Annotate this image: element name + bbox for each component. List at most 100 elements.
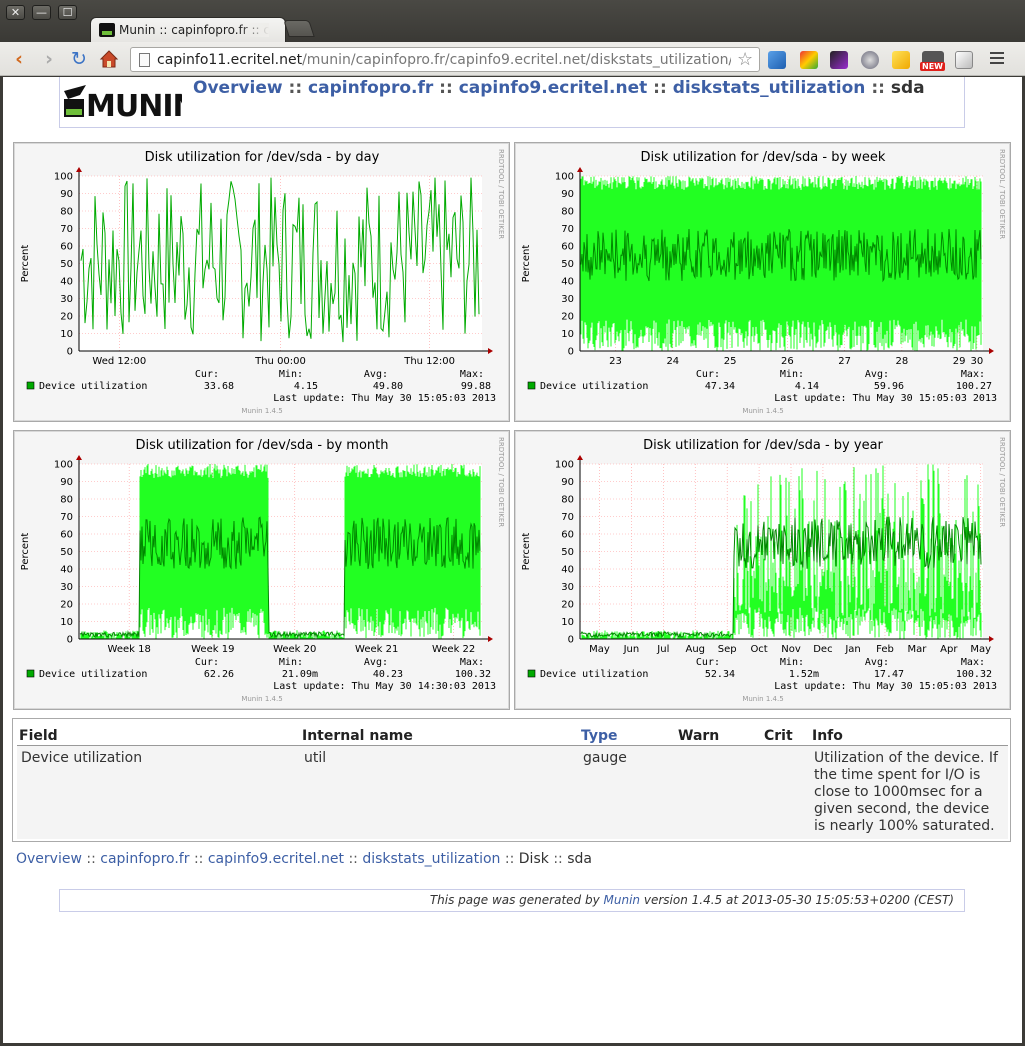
close-window-button[interactable]: ✕ [6, 5, 25, 20]
graph-year-chart: Disk utilization for /dev/sda - by year R… [521, 437, 1006, 703]
footer-munin-link[interactable]: Munin [604, 893, 641, 907]
stat-value: 1.52m [789, 669, 819, 680]
x-tick-label: Thu 12:00 [403, 356, 455, 367]
y-tick-label: 40 [60, 565, 73, 576]
graph-title: Disk utilization for /dev/sda - by year [643, 438, 883, 453]
y-axis-arrow [577, 455, 583, 460]
legend-swatch [527, 669, 536, 678]
column-header-info: Info [810, 723, 1008, 746]
graph-title: Disk utilization for /dev/sda - by month [136, 438, 389, 453]
munin-version: Munin 1.4.5 [241, 407, 282, 415]
cell-crit [762, 745, 810, 839]
x-axis-arrow [989, 348, 994, 354]
menu-icon[interactable] [990, 52, 1004, 67]
stat-label: Avg: [865, 369, 889, 380]
y-tick-label: 20 [60, 312, 73, 323]
reload-icon[interactable]: ↻ [68, 48, 90, 70]
new-tab-button[interactable] [283, 20, 315, 37]
extension-new-icon[interactable]: NEW [920, 51, 945, 71]
y-tick-label: 10 [60, 617, 73, 628]
browser-toolbar: ‹ › ↻ capinfo11.ecritel.net/munin/capinf… [0, 42, 1025, 76]
y-tick-label: 20 [561, 600, 574, 611]
extension-icon-2[interactable] [800, 51, 818, 69]
extension-icon-5[interactable] [892, 51, 910, 69]
stat-value: 21.09m [282, 669, 318, 680]
maximize-window-button[interactable]: ☐ [58, 5, 77, 20]
stat-value: 4.15 [294, 381, 318, 392]
column-header-type[interactable]: Type [579, 723, 676, 746]
back-arrow-icon[interactable]: ‹ [8, 48, 30, 70]
tab-strip: ✕ — ☐ Munin :: capinfopro.fr :: capinfo9… [0, 0, 1025, 42]
y-tick-label: 50 [561, 547, 574, 558]
extension-icon-3[interactable] [830, 51, 848, 69]
cell-info: Utilization of the device. If the time s… [810, 745, 1008, 839]
y-tick-label: 40 [60, 277, 73, 288]
page-footer: This page was generated by Munin version… [59, 889, 965, 912]
address-bar[interactable]: capinfo11.ecritel.net/munin/capinfopro.f… [130, 47, 760, 72]
y-tick-label: 100 [54, 460, 73, 471]
x-tick-label: Mar [907, 644, 927, 655]
cell-internal-name: util [300, 745, 579, 839]
bookmark-star-icon[interactable]: ☆ [737, 49, 753, 70]
breadcrumb-separator: :: [439, 78, 453, 98]
graph-year[interactable]: Disk utilization for /dev/sda - by year R… [514, 430, 1011, 710]
x-tick-label: 25 [724, 356, 737, 367]
browser-tab[interactable]: Munin :: capinfopro.fr :: capinfo9.ecrit… [90, 17, 286, 42]
x-tick-label: Thu 00:00 [254, 356, 306, 367]
breadcrumb-separator: :: [653, 78, 667, 98]
stat-value: 52.34 [705, 669, 735, 680]
breadcrumb-separator: :: [193, 851, 204, 867]
x-tick-label: Sep [718, 644, 737, 655]
graph-title: Disk utilization for /dev/sda - by week [641, 150, 886, 165]
bottom-breadcrumb-domain[interactable]: capinfopro.fr [100, 851, 189, 867]
y-axis-label: Percent [521, 245, 532, 283]
breadcrumb: Overview :: capinfopro.fr :: capinfo9.ec… [193, 78, 925, 98]
home-icon[interactable] [98, 48, 120, 70]
munin-version: Munin 1.4.5 [742, 407, 783, 415]
x-tick-label: Apr [940, 644, 958, 655]
x-tick-label: Dec [813, 644, 832, 655]
y-axis-arrow [76, 167, 82, 172]
x-tick-label: Feb [876, 644, 894, 655]
bottom-breadcrumb-current: sda [567, 851, 592, 867]
graph-title: Disk utilization for /dev/sda - by day [145, 150, 380, 165]
minimize-window-button[interactable]: — [32, 5, 51, 20]
stat-label: Min: [780, 369, 804, 380]
extension-icon-7[interactable] [955, 51, 973, 69]
graph-week[interactable]: Disk utilization for /dev/sda - by week R… [514, 142, 1011, 422]
stat-value: 59.96 [874, 381, 904, 392]
breadcrumb-host[interactable]: capinfo9.ecritel.net [459, 78, 648, 98]
x-tick-label: Jun [623, 644, 640, 655]
stat-value: 4.14 [795, 381, 819, 392]
bottom-breadcrumb-plugin[interactable]: diskstats_utilization [362, 851, 500, 867]
breadcrumb-plugin[interactable]: diskstats_utilization [673, 78, 866, 98]
extension-icon-1[interactable] [768, 51, 786, 69]
breadcrumb-overview[interactable]: Overview [193, 78, 283, 98]
stat-label: Max: [460, 369, 484, 380]
graph-day-chart: Disk utilization for /dev/sda - by day RR… [20, 149, 505, 415]
rrdtool-credit: RRDTOOL / TOBI OETIKER [497, 149, 505, 239]
page-icon [139, 53, 150, 67]
x-tick-label: Oct [750, 644, 767, 655]
new-badge: NEW [920, 62, 945, 71]
breadcrumb-current: sda [890, 78, 925, 98]
x-tick-label: Aug [685, 644, 705, 655]
stat-value: 40.23 [373, 669, 403, 680]
stat-label: Min: [279, 657, 303, 668]
graph-month-chart: Disk utilization for /dev/sda - by month… [20, 437, 505, 703]
bottom-breadcrumb-overview[interactable]: Overview [16, 851, 82, 867]
legend-swatch [527, 381, 536, 390]
page-header: MUNIN Overview :: capinfopro.fr :: capin… [59, 77, 965, 128]
graph-day[interactable]: Disk utilization for /dev/sda - by day RR… [13, 142, 510, 422]
graph-month[interactable]: Disk utilization for /dev/sda - by month… [13, 430, 510, 710]
breadcrumb-separator: :: [348, 851, 358, 867]
x-tick-label: Week 19 [191, 644, 234, 655]
stat-label: Max: [961, 369, 985, 380]
breadcrumb-domain[interactable]: capinfopro.fr [308, 78, 433, 98]
legend-swatch [26, 381, 35, 390]
cell-field: Device utilization [17, 745, 300, 839]
extension-icon-4[interactable] [861, 51, 879, 69]
forward-arrow-icon[interactable]: › [38, 48, 60, 70]
y-tick-label: 60 [60, 242, 73, 253]
bottom-breadcrumb-host[interactable]: capinfo9.ecritel.net [208, 851, 344, 867]
